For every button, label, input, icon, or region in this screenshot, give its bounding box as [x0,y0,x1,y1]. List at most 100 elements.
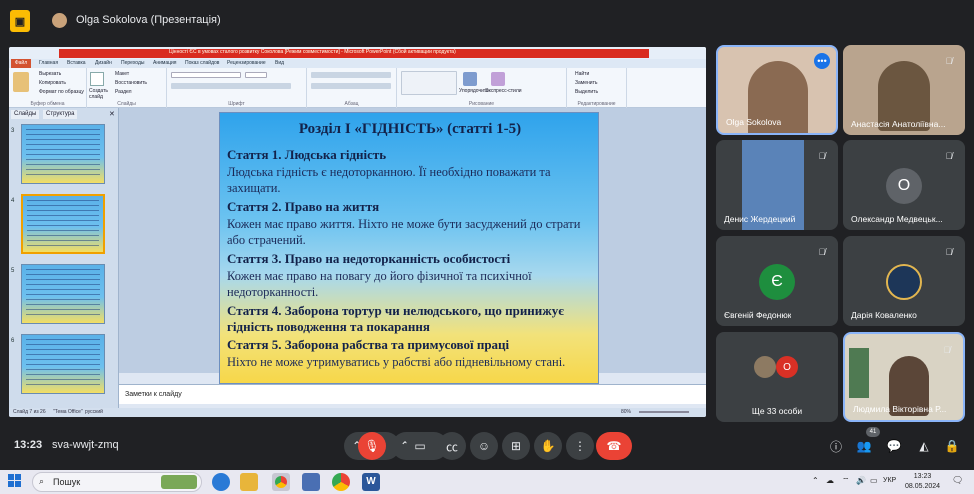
thumbnail-number: 4 [11,198,15,204]
slides-panel: Слайды Структура ✕ 3 4 5 6 [9,108,119,408]
quick-styles-button[interactable]: Экспресс-стили [485,88,522,94]
slide-thumbnail[interactable] [21,334,105,394]
present-icon: ⊞ [510,439,522,453]
article-text: Кожен має право на повагу до його фізичн… [227,269,532,283]
menu-home[interactable]: Главная [39,60,58,66]
menu-review[interactable]: Рецензирование [227,60,266,66]
more-options-button[interactable]: ⋮ [566,432,594,460]
thumbnail-number: 5 [11,268,15,274]
close-icon[interactable]: ✕ [109,110,115,118]
font-size-select[interactable] [245,72,267,78]
ribbon-drawing: Упорядочить Экспресс-стили Рисование [397,68,567,108]
participant-tile-olga[interactable]: ••• Olga Sokolova [716,45,838,135]
emoji-button[interactable]: ☺ [470,432,498,460]
list-buttons[interactable] [311,72,391,78]
captions-button[interactable]: ㏄ [438,432,466,460]
raise-hand-button[interactable]: ✋ [534,432,562,460]
font-name-select[interactable] [171,72,241,78]
menu-transitions[interactable]: Переходы [121,60,144,66]
article-text: недоторканності. [227,285,319,299]
copy-button[interactable]: Копировать [39,80,66,86]
current-slide[interactable]: Розділ І «ГІДНІСТЬ» (статті 1-5) Стаття … [219,112,599,384]
network-icon[interactable]: ⌔ [842,476,850,486]
menu-design[interactable]: Дизайн [95,60,112,66]
word-icon[interactable]: W [362,473,380,491]
slide-thumbnail[interactable] [21,124,105,184]
tray-language[interactable]: УКР [883,477,896,484]
zoom-level[interactable]: 80% [621,409,631,415]
notifications-icon[interactable]: 🗨 [952,475,963,486]
menu-view[interactable]: Вид [275,60,284,66]
menu-slideshow[interactable]: Показ слайдов [185,60,219,66]
more-options-icon[interactable]: ••• [814,53,830,69]
thumbnail-number: 6 [11,338,15,344]
slide-thumbnail-selected[interactable] [21,194,105,254]
participant-tile[interactable]: 🎙̸ Денис Жердецкий [716,140,838,230]
thumbnail-number: 3 [11,128,15,134]
battery-icon[interactable]: ▭ [870,476,878,485]
edge-icon[interactable] [212,473,230,491]
font-format-buttons[interactable] [171,83,291,89]
host-controls-button[interactable]: 🔒 [938,432,966,460]
format-painter-button[interactable]: Формат по образцу [39,89,84,95]
taskbar-search-box[interactable]: ⌕ Пошук [32,472,202,492]
menu-insert[interactable]: Вставка [67,60,86,66]
participant-tile[interactable]: 🎙̸ Людмила Вікторівна Р... [843,332,965,422]
slide-thumbnail[interactable] [21,264,105,324]
participant-avatar: О [776,356,798,378]
find-button[interactable]: Найти [575,71,589,77]
section-button[interactable]: Раздел [115,89,132,95]
quick-styles-icon[interactable] [491,72,505,86]
chat-button[interactable]: 💬 [880,432,908,460]
activities-button[interactable]: ◭ [910,432,938,460]
tray-chevron-icon[interactable]: ⌃ [812,476,819,485]
people-icon: 👥 [856,439,872,453]
new-slide-button[interactable]: Создать слайд [89,88,111,100]
arrange-icon[interactable] [463,72,477,86]
participant-tile[interactable]: О 🎙̸ Олександр Медвецьк... [843,140,965,230]
participant-tile[interactable]: 🎙̸ Дарія Коваленко [843,236,965,326]
chrome-icon[interactable] [332,473,350,491]
layout-button[interactable]: Макет [115,71,129,77]
present-button[interactable]: ⊞ [502,432,530,460]
mic-off-icon: 🎙̸ [945,151,953,161]
volume-icon[interactable]: 🔊 [856,476,866,485]
tab-outline[interactable]: Структура [43,110,78,119]
file-tab[interactable]: Файл [11,59,31,68]
leave-call-button[interactable]: ☎ [596,432,632,460]
select-button[interactable]: Выделить [575,89,598,95]
tray-clock[interactable]: 13:23 08.05.2024 [905,472,940,492]
ppt-menu-bar: Главная Вставка Дизайн Переходы Анимация… [9,59,706,68]
notes-pane[interactable]: Заметки к слайду [119,384,706,404]
search-icon: ⌕ [39,476,45,486]
new-slide-icon[interactable] [90,72,104,86]
participant-tile[interactable]: 🎙̸ Анастасія Анатоліївна... [843,45,965,135]
participant-name: Євгеній Федонюк [724,310,792,320]
replace-button[interactable]: Заменить [575,80,597,86]
windows-taskbar: ⌕ Пошук W ⌃ ☁ ⌔ 🔊 ▭ УКР 13:23 08.05.2024… [0,470,974,494]
app-icon[interactable] [302,473,320,491]
mic-toggle-button[interactable]: 🎙 [358,432,386,460]
people-count-badge: 41 [866,427,880,437]
meeting-info-button[interactable]: ⓘ [822,432,850,460]
presentation-icon: ▣ [10,10,30,32]
menu-animation[interactable]: Анимация [153,60,176,66]
cut-button[interactable]: Вырезать [39,71,61,77]
participant-tile[interactable]: Є 🎙̸ Євгеній Федонюк [716,236,838,326]
tab-slides[interactable]: Слайды [11,110,40,119]
file-explorer-icon[interactable] [240,473,258,491]
zoom-slider[interactable] [639,411,689,413]
paste-icon[interactable] [13,72,29,92]
ribbon-paragraph: Абзац [307,68,397,108]
reset-button[interactable]: Восстановить [115,80,147,86]
more-participants-tile[interactable]: О Ще 33 особи [716,332,838,422]
align-buttons[interactable] [311,83,391,89]
windows-start-icon[interactable] [8,474,22,488]
chrome-active-icon[interactable] [272,473,290,491]
slides-label: Слайды [117,101,136,107]
participant-name: Олександр Медвецьк... [851,214,943,224]
camera-toggle-button[interactable]: ▭ [406,432,434,460]
chat-icon: 💬 [886,439,902,453]
cloud-icon[interactable]: ☁ [826,476,834,485]
shapes-gallery[interactable] [401,71,457,95]
